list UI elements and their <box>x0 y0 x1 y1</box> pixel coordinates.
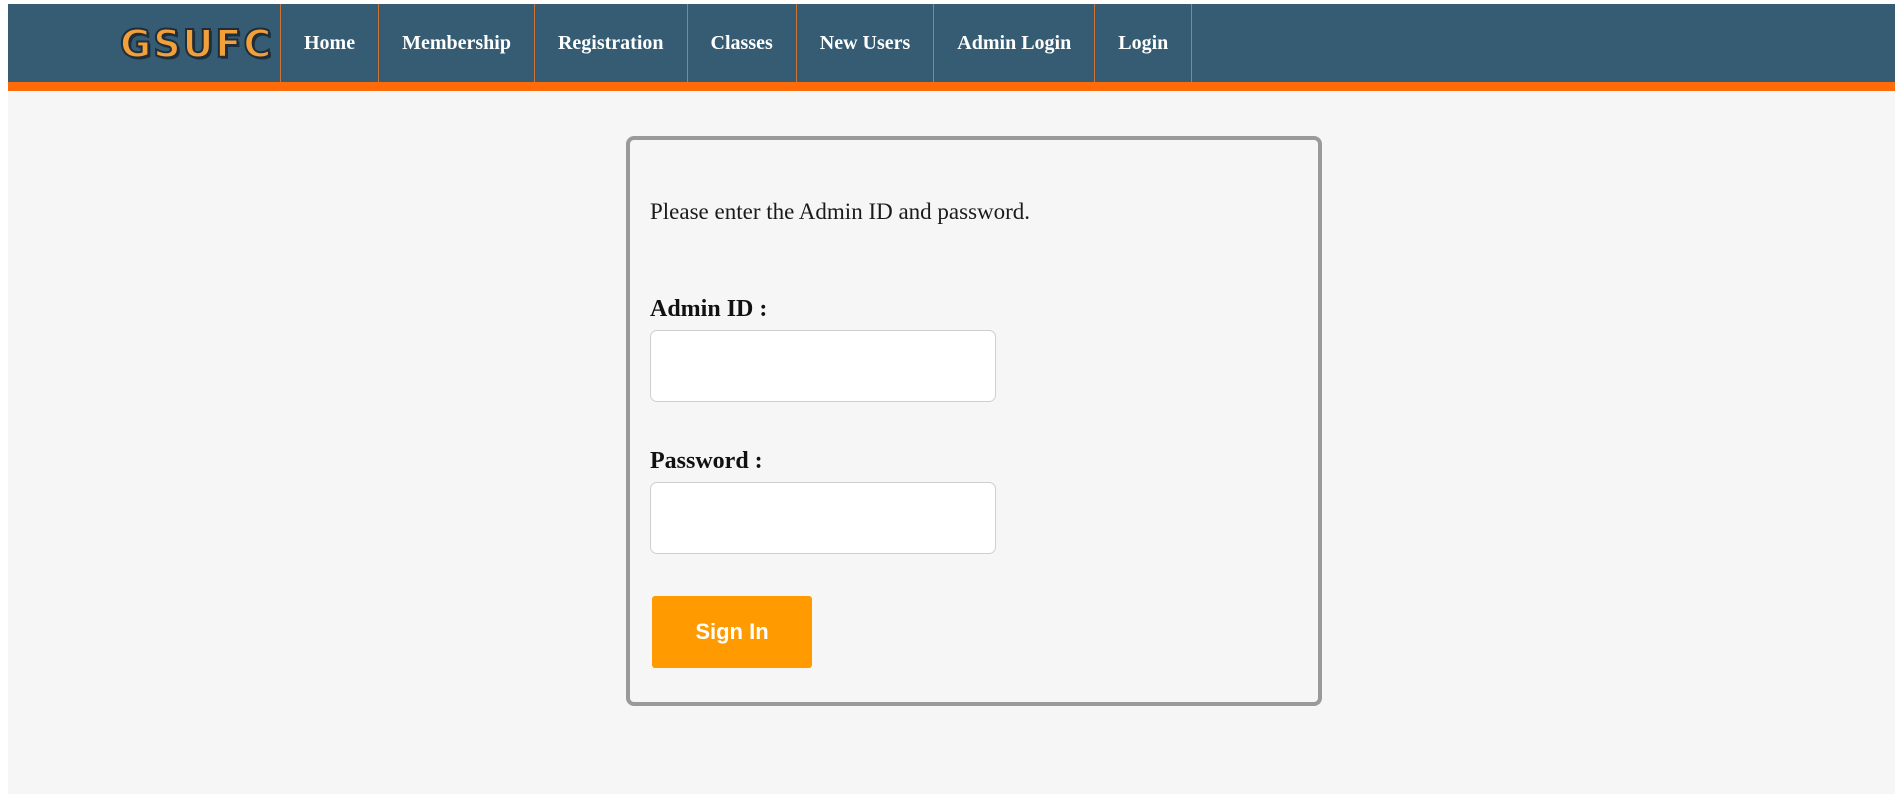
password-label: Password : <box>650 448 763 474</box>
nav-item-membership[interactable]: Membership <box>378 4 534 82</box>
admin-id-input[interactable] <box>650 330 996 402</box>
nav-item-home[interactable]: Home <box>280 4 378 82</box>
login-instructions: Please enter the Admin ID and password. <box>650 199 1031 224</box>
admin-id-label: Admin ID : <box>650 296 768 322</box>
admin-login-card: Please enter the Admin ID and password. … <box>626 136 1322 706</box>
nav-item-login[interactable]: Login <box>1094 4 1193 82</box>
nav-item-admin-login[interactable]: Admin Login <box>933 4 1094 82</box>
top-navbar: GSUFC Home Membership Registration Class… <box>8 4 1895 82</box>
nav-item-classes[interactable]: Classes <box>686 4 796 82</box>
nav-item-registration[interactable]: Registration <box>533 4 687 82</box>
site-logo[interactable]: GSUFC <box>119 21 273 67</box>
nav-menu: Home Membership Registration Classes New… <box>280 4 1193 82</box>
nav-item-new-users[interactable]: New Users <box>795 4 934 82</box>
page-background: GSUFC Home Membership Registration Class… <box>8 4 1895 794</box>
navbar-accent-bar <box>8 82 1895 91</box>
sign-in-button[interactable]: Sign In <box>652 596 812 668</box>
password-input[interactable] <box>650 482 996 554</box>
